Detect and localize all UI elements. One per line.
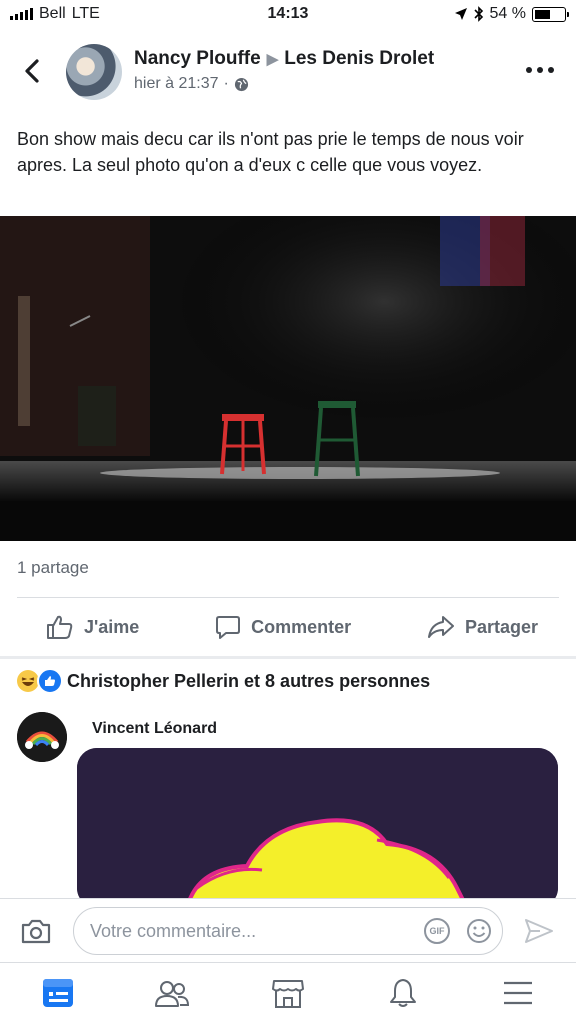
emoji-button[interactable] [466, 918, 492, 944]
tab-notifications[interactable] [383, 975, 423, 1011]
comment-placeholder: Votre commentaire... [90, 921, 257, 941]
status-right: 54 % [454, 5, 569, 23]
tab-menu[interactable] [498, 975, 538, 1011]
reactions-summary[interactable]: Christopher Pellerin et 8 autres personn… [17, 668, 430, 694]
commenter-avatar[interactable] [17, 712, 67, 762]
comment-input[interactable]: Votre commentaire... GIF [73, 907, 503, 955]
share-button[interactable]: Partager [427, 604, 538, 650]
thumbs-up-icon [47, 615, 73, 639]
comment-icon [216, 616, 241, 639]
battery-percent: 54 % [489, 5, 526, 22]
bell-icon [390, 979, 416, 1007]
share-to-arrow-icon: ▶ [266, 51, 279, 68]
author-name[interactable]: Nancy Plouffe [134, 48, 261, 70]
bluetooth-icon [473, 6, 483, 22]
share-count[interactable]: 1 partage [17, 558, 89, 578]
marketplace-icon [272, 980, 304, 1008]
like-button[interactable]: J'aime [46, 604, 139, 650]
reactions-text: Christopher Pellerin et 8 autres personn… [67, 670, 431, 691]
meta-separator: · [223, 75, 229, 92]
battery-icon [532, 6, 569, 22]
post-text: Bon show mais decu car ils n'ont pas pri… [17, 129, 524, 175]
globe-icon [234, 77, 248, 91]
gif-button[interactable]: GIF [424, 918, 450, 944]
like-reaction-icon [37, 668, 63, 694]
post-timestamp[interactable]: hier à 21:37 [134, 75, 219, 93]
camera-icon[interactable] [20, 917, 52, 945]
post-title: Nancy Plouffe ▶ Les Denis Drolet [134, 48, 434, 70]
author-avatar[interactable] [66, 44, 122, 100]
location-icon [454, 8, 467, 20]
post-meta: hier à 21:37 · [134, 75, 249, 93]
comment-button[interactable]: Commenter [215, 604, 351, 650]
comment-label: Commenter [251, 616, 352, 637]
menu-icon [504, 981, 532, 1005]
post-actions: J'aime Commenter Partager [0, 604, 576, 650]
more-options-button[interactable] [526, 62, 558, 78]
news-feed-icon [43, 979, 73, 1007]
comment-composer: Votre commentaire... GIF [0, 898, 576, 963]
post-header: Nancy Plouffe ▶ Les Denis Drolet hier à … [0, 40, 576, 106]
like-label: J'aime [84, 616, 140, 637]
tab-friends[interactable] [152, 975, 192, 1011]
tab-marketplace[interactable] [268, 975, 308, 1011]
stage-photo-drawing [0, 216, 576, 541]
section-separator [0, 656, 576, 659]
tab-news-feed[interactable] [38, 975, 78, 1011]
share-icon [427, 616, 454, 638]
divider [17, 597, 559, 598]
status-bar: Bell LTE 14:13 54 % [0, 0, 576, 30]
share-label: Partager [464, 616, 538, 637]
back-button[interactable] [18, 56, 48, 86]
commenter-name[interactable]: Vincent Léonard [92, 720, 217, 738]
haha-reaction-icon [17, 670, 39, 692]
post-photo[interactable] [0, 216, 576, 541]
sticker-drawing [77, 748, 558, 908]
send-button[interactable] [524, 917, 554, 945]
friends-icon [155, 981, 190, 1007]
target-page-name[interactable]: Les Denis Drolet [284, 48, 434, 70]
comment-sticker[interactable] [77, 748, 558, 908]
bottom-tab-bar [0, 962, 576, 1025]
